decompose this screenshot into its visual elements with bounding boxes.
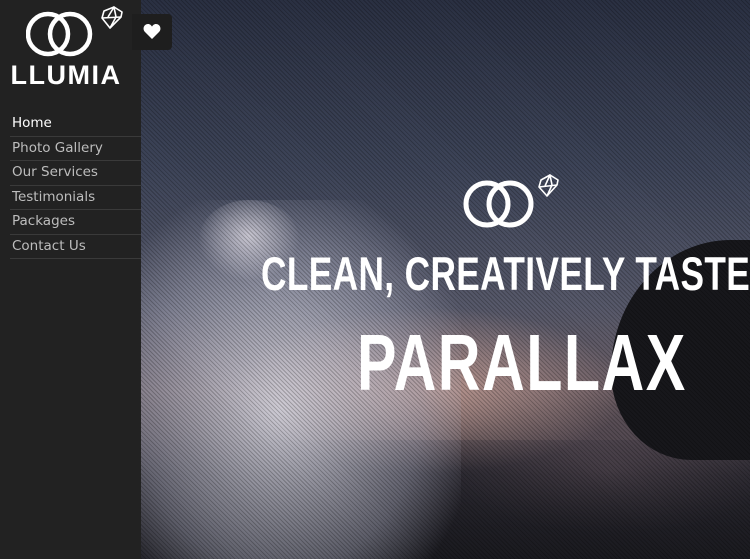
hero-section: CLEAN, CREATIVELY TASTEFUL PARALLAX [141,0,750,559]
sidebar: LLUMIA Home Photo Gallery Our Services T… [0,0,141,559]
main-nav: Home Photo Gallery Our Services Testimon… [10,112,141,259]
nav-item-testimonials[interactable]: Testimonials [10,186,141,210]
brand-name: LLUMIA [10,60,122,90]
nav-item-packages[interactable]: Packages [10,210,141,235]
nav-item-photo-gallery[interactable]: Photo Gallery [10,137,141,161]
hero-headline: PARALLAX [357,318,687,407]
rings-diamond-icon [26,6,123,57]
nav-item-contact-us[interactable]: Contact Us [10,235,141,259]
nav-item-home[interactable]: Home [10,112,141,137]
nav-item-our-services[interactable]: Our Services [10,161,141,186]
rings-diamond-icon [463,174,559,228]
site-logo[interactable]: LLUMIA [0,0,141,100]
heart-icon [143,24,161,39]
favorites-button[interactable] [132,14,172,50]
hero-tagline: CLEAN, CREATIVELY TASTEFUL [261,247,750,300]
